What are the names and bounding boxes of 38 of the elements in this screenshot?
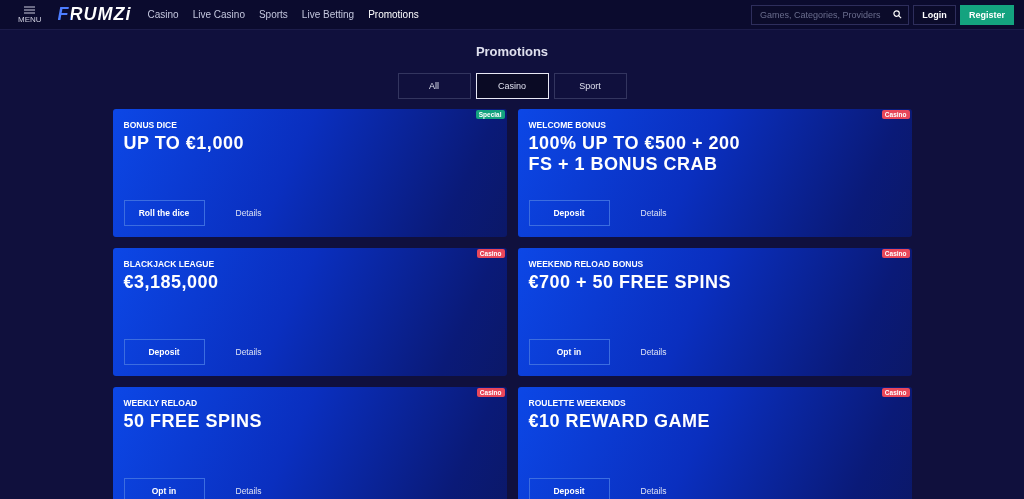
nav-link[interactable]: Live Casino — [192, 9, 245, 20]
filter-tab[interactable]: All — [397, 73, 471, 99]
nav-link[interactable]: Live Betting — [301, 9, 355, 20]
search-icon — [893, 10, 902, 19]
details-link[interactable]: Details — [235, 208, 262, 218]
promotion-name: WELCOME BONUS — [528, 120, 607, 130]
search-field[interactable]: Games, Categories, Providers — [751, 4, 909, 25]
details-link[interactable]: Details — [235, 486, 262, 496]
promotion-headline: 50 FREE SPINS — [123, 411, 264, 432]
page-title: Promotions — [475, 44, 549, 59]
promotion-name: WEEKEND RELOAD BONUS — [528, 259, 645, 269]
promotion-name: ROULETTE WEEKENDS — [528, 398, 627, 408]
promotion-headline: UP TO €1,000 — [123, 133, 245, 154]
login-button[interactable]: Login — [913, 4, 956, 25]
nav-link[interactable]: Casino — [147, 9, 179, 20]
promotion-headline: €3,185,000 — [123, 272, 220, 293]
details-link[interactable]: Details — [640, 486, 667, 496]
nav-link[interactable]: Promotions — [368, 9, 419, 20]
promotion-headline: €10 REWARD GAME — [528, 411, 712, 432]
details-link[interactable]: Details — [640, 347, 667, 357]
action-button[interactable]: Deposit — [528, 478, 610, 499]
nav-link[interactable]: Sports — [258, 9, 288, 20]
promotion-headline: 100% UP TO €500 + 200 FS + 1 BONUS CRAB — [528, 133, 741, 175]
filter-tab[interactable]: Casino — [475, 73, 549, 99]
filter-tab[interactable]: Sport — [553, 73, 627, 99]
details-link[interactable]: Details — [235, 347, 262, 357]
menu-button[interactable]: MENU — [18, 5, 42, 24]
details-link[interactable]: Details — [640, 208, 667, 218]
promotion-headline: €700 + 50 FREE SPINS — [528, 272, 733, 293]
promotion-name: WEEKLY RELOAD — [123, 398, 199, 408]
action-button[interactable]: Opt in — [123, 478, 205, 499]
promotion-name: BONUS DICE — [123, 120, 178, 130]
action-button[interactable]: Deposit — [123, 339, 205, 365]
action-button[interactable]: Roll the dice — [123, 200, 205, 226]
action-button[interactable]: Deposit — [528, 200, 610, 226]
promotion-name: BLACKJACK LEAGUE — [123, 259, 216, 269]
menu-icon — [24, 5, 36, 14]
action-button[interactable]: Opt in — [528, 339, 610, 365]
